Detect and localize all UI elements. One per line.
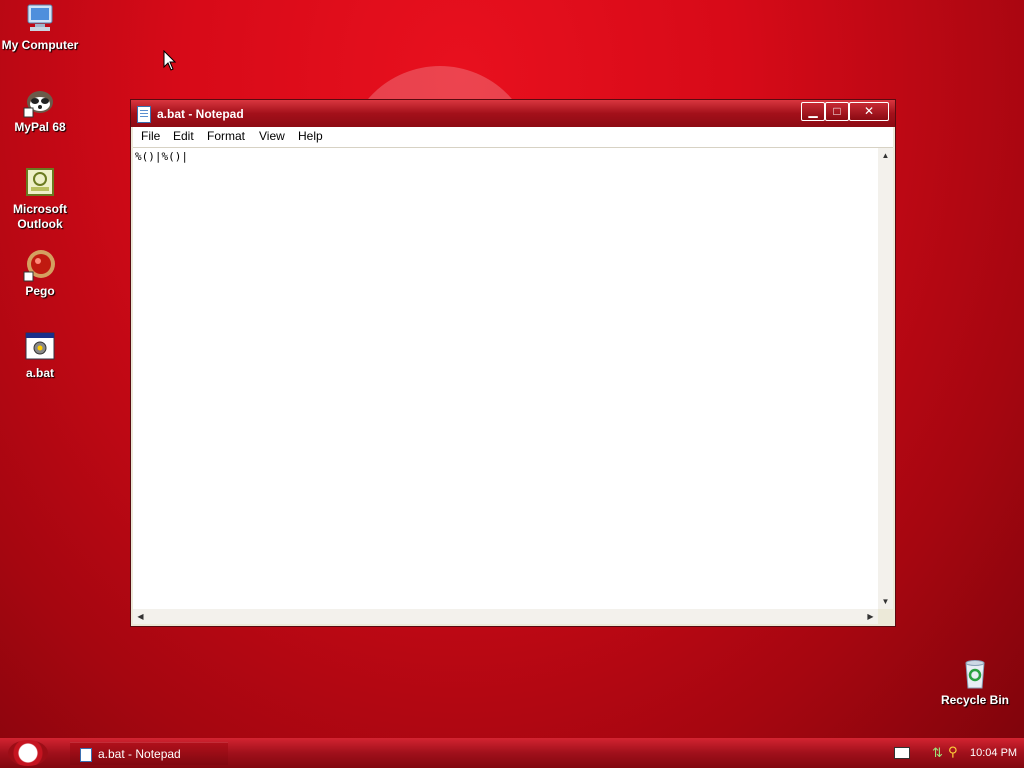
search-icon[interactable]: ⚲	[948, 744, 958, 760]
text-editor[interactable]: %()|%()|	[133, 148, 878, 609]
my-computer-icon	[23, 2, 57, 36]
menu-format[interactable]: Format	[205, 129, 247, 143]
mypal-browser-icon	[23, 84, 57, 118]
desktop-icon-outlook[interactable]: Microsoft Outlook	[0, 166, 80, 232]
scroll-down-icon[interactable]: ▼	[878, 594, 893, 609]
desktop-icon-a-bat[interactable]: a.bat	[0, 330, 80, 381]
horizontal-scrollbar[interactable]: ◀ ▶	[133, 609, 878, 624]
minimize-icon: ▁	[808, 104, 818, 118]
maximize-icon: □	[833, 104, 841, 118]
scroll-left-icon[interactable]: ◀	[133, 609, 148, 624]
batch-file-icon	[23, 330, 57, 364]
scroll-right-icon[interactable]: ▶	[863, 609, 878, 624]
notepad-window[interactable]: a.bat - Notepad ▁ □ ✕ File Edit Format V…	[131, 100, 895, 626]
desktop-icon-pego[interactable]: Pego	[0, 248, 80, 299]
menu-bar: File Edit Format View Help	[133, 127, 893, 148]
desktop-icon-label: MyPal 68	[14, 120, 66, 134]
menu-edit[interactable]: Edit	[171, 129, 196, 143]
vertical-scrollbar[interactable]: ▲ ▼	[878, 148, 893, 609]
outlook-icon	[23, 166, 57, 200]
desktop-icon-label: a.bat	[25, 366, 54, 380]
menu-help[interactable]: Help	[296, 129, 325, 143]
desktop-icon-label: Pego	[25, 284, 55, 298]
desktop-icon-label: Microsoft Outlook	[13, 202, 67, 231]
notepad-icon	[137, 106, 151, 123]
system-tray: ⇅ ⚲ 10:04 PM	[884, 738, 1024, 768]
close-icon: ✕	[863, 104, 875, 118]
start-button[interactable]	[8, 740, 48, 766]
desktop-icon-recycle-bin[interactable]: Recycle Bin	[935, 657, 1015, 708]
keyboard-icon[interactable]	[894, 747, 910, 759]
network-icon[interactable]: ⇅	[932, 745, 943, 761]
taskbar-button-label: a.bat - Notepad	[98, 747, 181, 761]
taskbar: a.bat - Notepad ⇅ ⚲ 10:04 PM	[0, 738, 1024, 768]
desktop-icon-my-computer[interactable]: My Computer	[0, 2, 80, 53]
minimize-button[interactable]: ▁	[801, 102, 825, 121]
scroll-up-icon[interactable]: ▲	[878, 148, 893, 163]
mouse-cursor-icon	[163, 50, 177, 71]
resize-grip[interactable]	[878, 609, 893, 624]
clock[interactable]: 10:04 PM	[970, 747, 1017, 759]
notepad-icon	[80, 748, 92, 762]
close-button[interactable]: ✕	[849, 102, 889, 121]
taskbar-button-notepad[interactable]: a.bat - Notepad	[70, 742, 228, 765]
desktop-icon-label: My Computer	[1, 38, 79, 52]
title-bar[interactable]: a.bat - Notepad ▁ □ ✕	[131, 100, 895, 127]
maximize-button[interactable]: □	[825, 102, 849, 121]
menu-view[interactable]: View	[257, 129, 287, 143]
desktop-icon-label: Recycle Bin	[940, 693, 1010, 707]
window-title: a.bat - Notepad	[157, 107, 244, 121]
recycle-bin-icon	[958, 657, 992, 691]
desktop-icon-mypal[interactable]: MyPal 68	[0, 84, 80, 135]
menu-file[interactable]: File	[139, 129, 162, 143]
pego-icon	[23, 248, 57, 282]
